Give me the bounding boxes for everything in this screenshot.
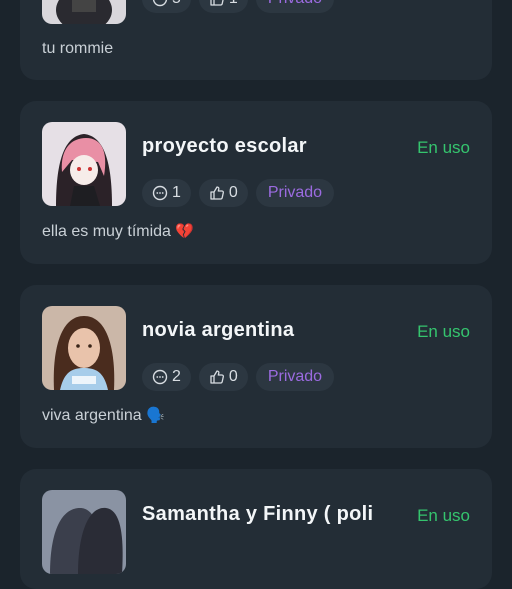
- character-card[interactable]: proyecto escolar En uso 1 0 Privado ella…: [20, 101, 492, 264]
- description-text: ella es muy tímida: [42, 223, 171, 240]
- comments-count: 2: [172, 368, 181, 385]
- thumbs-up-icon: [210, 186, 224, 200]
- character-card[interactable]: novia argentina En uso 2 0 Privado viva …: [20, 285, 492, 448]
- likes-chip[interactable]: 1: [198, 0, 248, 13]
- chat-bubble-icon: [152, 185, 168, 201]
- character-title: Samantha y Finny ( poli: [142, 503, 374, 525]
- character-avatar: [42, 122, 126, 206]
- description-text: viva argentina: [42, 407, 142, 424]
- thumbs-up-icon: [210, 370, 224, 384]
- character-description: viva argentina 🗣️: [42, 406, 165, 425]
- likes-chip[interactable]: 0: [198, 179, 248, 207]
- chat-bubble-icon: [152, 0, 168, 7]
- thumbs-up-icon: [210, 0, 224, 6]
- visibility-label: Privado: [268, 0, 322, 8]
- likes-count: 0: [228, 184, 238, 201]
- status-label: En uso: [417, 138, 470, 157]
- character-description: tu rommie: [42, 40, 114, 57]
- comments-chip[interactable]: 1: [142, 179, 191, 207]
- comments-count: 5: [172, 0, 181, 8]
- visibility-badge: Privado: [255, 179, 335, 207]
- character-avatar: [42, 0, 126, 24]
- chat-bubble-icon: [152, 369, 168, 385]
- comments-count: 1: [172, 184, 181, 201]
- visibility-badge: Privado: [255, 363, 335, 391]
- speaking-head-emoji: 🗣️: [146, 407, 165, 424]
- likes-count: 1: [229, 0, 238, 8]
- likes-count: 0: [228, 368, 238, 385]
- status-label: En uso: [417, 506, 470, 525]
- broken-heart-emoji: 💔: [175, 223, 195, 240]
- character-avatar: [42, 306, 126, 390]
- likes-chip[interactable]: 0: [198, 363, 248, 391]
- character-avatar: [42, 490, 126, 574]
- visibility-label: Privado: [267, 184, 323, 201]
- character-title: proyecto escolar: [142, 135, 307, 157]
- status-label: En uso: [417, 322, 470, 341]
- character-title: novia argentina: [142, 319, 295, 341]
- visibility-label: Privado: [267, 368, 323, 385]
- comments-chip[interactable]: 5: [142, 0, 191, 13]
- visibility-badge: Privado: [255, 0, 335, 13]
- comments-chip[interactable]: 2: [142, 363, 191, 391]
- character-description: ella es muy tímida 💔: [42, 222, 194, 241]
- character-card[interactable]: Samantha y Finny ( poli En uso: [20, 469, 492, 589]
- character-card[interactable]: 5 1 Privado tu rommie: [20, 0, 492, 80]
